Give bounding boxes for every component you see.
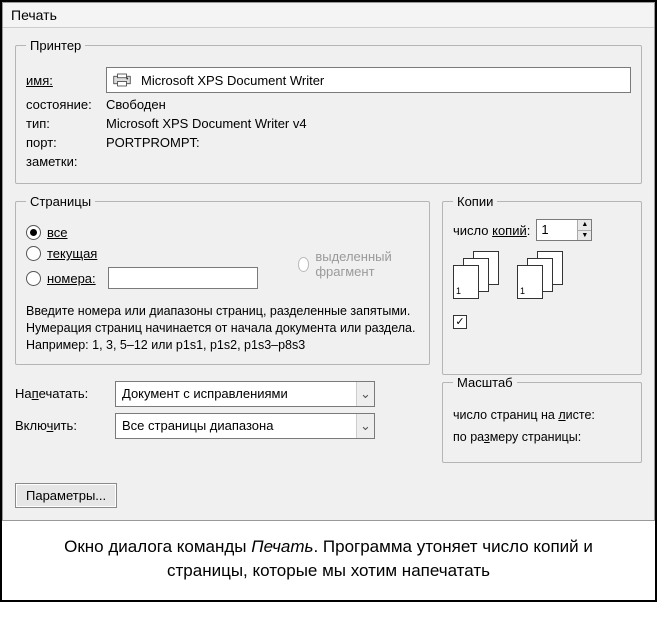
scale-legend: Масштаб <box>453 375 517 390</box>
radio-selection <box>298 257 310 272</box>
radio-selection-label: выделенный фрагмент <box>315 249 419 279</box>
radio-all-label: все <box>47 225 68 240</box>
radio-all[interactable] <box>26 225 41 240</box>
printer-type-value: Microsoft XPS Document Writer v4 <box>106 116 307 131</box>
radio-current-label: текущая <box>47 246 97 261</box>
print-dialog: Печать Принтер имя: Microsoft XPS Docume… <box>2 2 655 521</box>
printer-status-label: состояние: <box>26 97 106 112</box>
spinner-down-icon[interactable]: ▼ <box>578 230 591 241</box>
spinner-up-icon[interactable]: ▲ <box>578 220 591 230</box>
collate-page: 1 <box>517 265 543 299</box>
scale-per-sheet-label: число страниц на листе: <box>453 408 595 422</box>
printer-notes-label: заметки: <box>26 154 106 169</box>
scale-fit-label: по размеру страницы: <box>453 430 581 444</box>
print-what-label: Напечатать: <box>15 386 88 401</box>
include-value: Все страницы диапазона <box>122 418 273 433</box>
printer-port-value: PORTPROMPT: <box>106 135 200 150</box>
printer-name-combo[interactable]: Microsoft XPS Document Writer <box>106 67 631 93</box>
print-what-value: Документ с исправлениями <box>122 386 288 401</box>
pages-group: Страницы все текущая <box>15 194 430 365</box>
collate-checkbox[interactable] <box>453 315 467 329</box>
collate-page: 1 <box>453 265 479 299</box>
copies-spinner[interactable]: 1 ▲ ▼ <box>536 219 592 241</box>
pages-numbers-input[interactable] <box>108 267 258 289</box>
collate-graphic: 3 2 1 3 2 1 <box>453 251 631 301</box>
printer-port-label: порт: <box>26 135 106 150</box>
printer-group: Принтер имя: Microsoft XPS Document Writ… <box>15 38 642 184</box>
radio-numbers-label: номера: <box>47 271 96 286</box>
pages-legend: Страницы <box>26 194 95 209</box>
scale-group: Масштаб число страниц на листе: по разме… <box>442 375 642 463</box>
copies-group: Копии число копий: 1 ▲ ▼ <box>442 194 642 375</box>
chevron-down-icon: ⌄ <box>356 382 374 406</box>
chevron-down-icon: ⌄ <box>356 414 374 438</box>
print-what-combo[interactable]: Документ с исправлениями ⌄ <box>115 381 375 407</box>
include-label: Включить: <box>15 418 77 433</box>
dialog-title: Печать <box>3 3 654 28</box>
radio-numbers[interactable] <box>26 271 41 286</box>
copies-count-label: копий <box>492 223 527 238</box>
radio-current[interactable] <box>26 246 41 261</box>
printer-type-label: тип: <box>26 116 106 131</box>
printer-status-value: Свободен <box>106 97 166 112</box>
printer-icon <box>113 73 131 87</box>
copies-count-value: 1 <box>537 220 577 240</box>
printer-legend: Принтер <box>26 38 85 53</box>
printer-name-value: Microsoft XPS Document Writer <box>141 73 324 88</box>
printer-name-label: имя: <box>26 73 53 88</box>
pages-hint: Введите номера или диапазоны страниц, ра… <box>26 303 419 354</box>
options-button[interactable]: Параметры... <box>15 483 117 508</box>
include-combo[interactable]: Все страницы диапазона ⌄ <box>115 413 375 439</box>
copies-count-label-pre: число <box>453 223 492 238</box>
figure-caption: Окно диалога команды Печать. Программа у… <box>2 521 655 600</box>
copies-legend: Копии <box>453 194 497 209</box>
